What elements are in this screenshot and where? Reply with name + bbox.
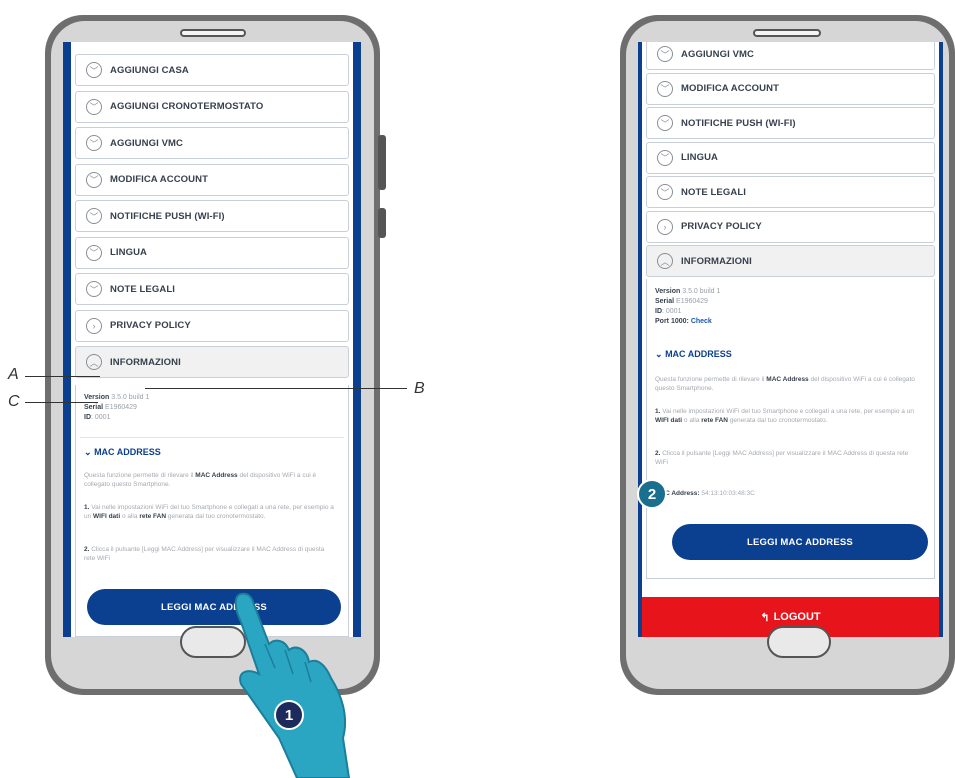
menu-item-label: MODIFICA ACCOUNT bbox=[681, 83, 779, 94]
mac-step-1: 1. Vai nelle impostazioni WiFi del tuo S… bbox=[655, 408, 914, 424]
menu-item-modifica-account[interactable]: ﹀ MODIFICA ACCOUNT bbox=[646, 72, 935, 105]
tap-hand-icon bbox=[234, 592, 351, 778]
menu-item-aggiungi-vmc[interactable]: ﹀ AGGIUNGI VMC bbox=[646, 42, 935, 70]
menu-item-lingua[interactable]: ﹀ LINGUA bbox=[75, 236, 349, 269]
step-2-badge: 2 bbox=[637, 479, 667, 509]
check-link[interactable]: Check bbox=[691, 318, 712, 325]
menu-item-label: PRIVACY POLICY bbox=[681, 221, 762, 232]
callout-a-line bbox=[25, 376, 100, 377]
mac-description: Questa funzione permette di rilevare il … bbox=[655, 376, 915, 392]
chevron-down-icon: ⌄ bbox=[84, 447, 92, 457]
chevron-down-icon: ⌄ bbox=[655, 349, 663, 359]
version-line: Version 3.5.0 build 1 bbox=[655, 288, 721, 295]
menu-item-informazioni[interactable]: ︿ INFORMAZIONI bbox=[75, 346, 349, 378]
menu-item-note-legali[interactable]: ﹀ NOTE LEGALI bbox=[646, 176, 935, 208]
chevron-down-icon: ﹀ bbox=[657, 80, 673, 97]
callout-b: B bbox=[414, 380, 425, 397]
chevron-down-icon: ﹀ bbox=[86, 171, 102, 188]
power-button bbox=[378, 208, 386, 238]
right-phone: ﹀ AGGIUNGI VMC ﹀ MODIFICA ACCOUNT ﹀ NOTIFICHE… bbox=[620, 15, 955, 695]
menu-item-modifica-account[interactable]: ﹀ MODIFICA ACCOUNT bbox=[75, 163, 349, 196]
menu-item-aggiungi-casa[interactable]: ﹀ AGGIUNGI CASA bbox=[75, 54, 349, 86]
menu-item-label: LINGUA bbox=[681, 152, 719, 163]
menu-item-note-legali[interactable]: ﹀ NOTE LEGALI bbox=[75, 273, 349, 305]
mac-step-2: 2. Clicca il pulsante [Leggi MAC Address… bbox=[84, 546, 325, 562]
volume-button bbox=[378, 135, 386, 190]
menu-item-label: NOTIFICHE PUSH (WI-FI) bbox=[110, 210, 225, 222]
menu-item-lingua[interactable]: ﹀ LINGUA bbox=[646, 141, 935, 174]
chevron-down-icon: ﹀ bbox=[657, 184, 673, 200]
chevron-up-icon: ︿ bbox=[657, 253, 673, 269]
menu-item-label: LINGUA bbox=[110, 247, 148, 258]
chevron-up-icon: ︿ bbox=[86, 354, 102, 370]
menu-item-informazioni[interactable]: ︿ INFORMAZIONI bbox=[646, 245, 935, 277]
mac-address-result: MAC Address: 54:13:10:03:48:3C bbox=[655, 490, 755, 497]
reply-icon: ↰ bbox=[760, 611, 770, 624]
step-1-badge: 1 bbox=[274, 700, 304, 730]
left-screen: ﹀ AGGIUNGI CASA ﹀ AGGIUNGI CRONOTERMOSTATO ﹀… bbox=[63, 42, 361, 637]
chevron-down-icon: ﹀ bbox=[86, 62, 102, 78]
chevron-down-icon: ﹀ bbox=[657, 46, 673, 62]
callout-c-line bbox=[25, 402, 98, 403]
menu-item-label: AGGIUNGI VMC bbox=[110, 137, 183, 149]
chevron-down-icon: ﹀ bbox=[86, 244, 102, 261]
speaker-grille bbox=[753, 29, 821, 37]
mac-step-2: 2. Clicca il pulsante [Leggi MAC Address… bbox=[655, 450, 909, 466]
menu-item-label: NOTE LEGALI bbox=[110, 283, 175, 295]
menu-item-label: INFORMAZIONI bbox=[110, 356, 181, 368]
serial-line: Serial E1960429 bbox=[655, 298, 708, 305]
home-button[interactable] bbox=[767, 626, 831, 658]
id-line: ID: 0001 bbox=[84, 414, 111, 421]
callout-a: A bbox=[8, 366, 19, 383]
menu-item-label: INFORMAZIONI bbox=[681, 255, 752, 267]
chevron-down-icon: ﹀ bbox=[657, 149, 673, 166]
chevron-down-icon: ﹀ bbox=[657, 115, 673, 131]
chevron-down-icon: ﹀ bbox=[86, 281, 102, 297]
chevron-down-icon: ﹀ bbox=[86, 98, 102, 115]
chevron-down-icon: ﹀ bbox=[86, 208, 102, 224]
mac-address-toggle[interactable]: ⌄ MAC ADDRESS bbox=[84, 447, 161, 458]
menu-item-label: AGGIUNGI VMC bbox=[681, 48, 754, 60]
menu-item-label: AGGIUNGI CRONOTERMOSTATO bbox=[110, 101, 264, 112]
chevron-right-icon: › bbox=[657, 218, 673, 235]
callout-b-line bbox=[145, 388, 407, 389]
id-line: ID: 0001 bbox=[655, 308, 682, 315]
mac-address-toggle[interactable]: ⌄ MAC ADDRESS bbox=[655, 349, 732, 360]
menu-item-label: NOTE LEGALI bbox=[681, 186, 746, 198]
menu-item-label: PRIVACY POLICY bbox=[110, 320, 191, 331]
menu-item-privacy-policy[interactable]: › PRIVACY POLICY bbox=[75, 309, 349, 342]
chevron-down-icon: ﹀ bbox=[86, 135, 102, 151]
serial-line: Serial E1960429 bbox=[84, 404, 137, 411]
menu-item-aggiungi-vmc[interactable]: ﹀ AGGIUNGI VMC bbox=[75, 127, 349, 159]
menu-item-aggiungi-cronotermostato[interactable]: ﹀ AGGIUNGI CRONOTERMOSTATO bbox=[75, 90, 349, 123]
right-screen: ﹀ AGGIUNGI VMC ﹀ MODIFICA ACCOUNT ﹀ NOTIFICHE… bbox=[638, 42, 943, 637]
mac-description: Questa funzione permette di rilevare il … bbox=[84, 472, 317, 488]
menu-item-label: NOTIFICHE PUSH (WI-FI) bbox=[681, 117, 796, 129]
mac-step-1: 1. Vai nelle impostazioni WiFi del tuo S… bbox=[84, 504, 334, 520]
menu-item-label: MODIFICA ACCOUNT bbox=[110, 174, 208, 185]
callout-c: C bbox=[8, 393, 20, 410]
menu-item-notifiche-push-wi-fi[interactable]: ﹀ NOTIFICHE PUSH (WI-FI) bbox=[75, 200, 349, 232]
menu-item-label: AGGIUNGI CASA bbox=[110, 64, 189, 76]
menu-item-privacy-policy[interactable]: › PRIVACY POLICY bbox=[646, 210, 935, 243]
port-line: Port 1000: Check bbox=[655, 318, 712, 325]
chevron-right-icon: › bbox=[86, 317, 102, 334]
read-mac-address-button[interactable]: LEGGI MAC ADDRESS bbox=[672, 524, 928, 560]
menu-item-notifiche-push-wi-fi[interactable]: ﹀ NOTIFICHE PUSH (WI-FI) bbox=[646, 107, 935, 139]
speaker-grille bbox=[180, 29, 246, 37]
